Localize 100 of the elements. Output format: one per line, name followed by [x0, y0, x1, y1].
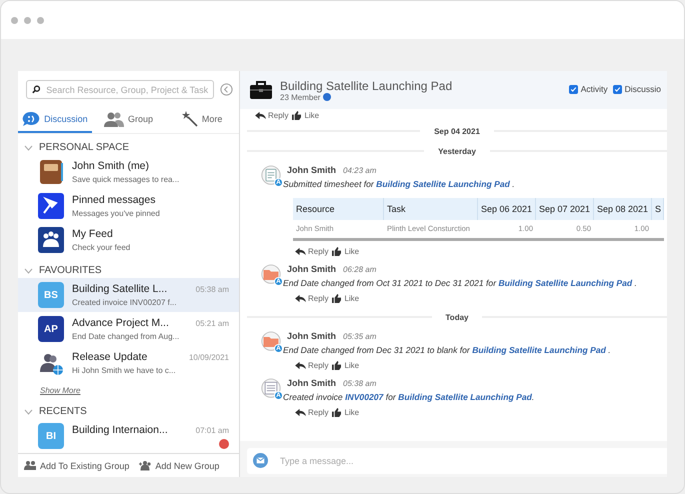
- people-network-icon: [38, 227, 64, 253]
- window-control-dot[interactable]: [24, 16, 31, 24]
- channel-title: Building Satellite Launching Pad: [280, 78, 454, 92]
- collapse-button[interactable]: [220, 83, 233, 96]
- conversation-name: My Feed: [72, 228, 113, 240]
- like-button[interactable]: Like: [331, 408, 360, 416]
- project-link[interactable]: Building Satellite Launching Pad: [376, 179, 510, 189]
- conversation-preview: Messages you've pinned: [72, 209, 161, 218]
- section-heading: RECENTS: [39, 406, 87, 417]
- people-icon: [104, 111, 124, 127]
- column-header: Sep 07 2021: [536, 198, 594, 220]
- reply-button[interactable]: Reply: [295, 294, 328, 302]
- sidebar-tab[interactable]: More: [165, 107, 240, 133]
- like-button[interactable]: Like: [331, 360, 360, 370]
- chevron-down-icon[interactable]: [24, 408, 33, 414]
- checkmark-icon: [570, 86, 577, 92]
- project-link[interactable]: Building Satellite Launching Pad: [398, 392, 532, 402]
- notebook-icon: [38, 159, 64, 185]
- conversation-item[interactable]: BS Building Satellite L... 05:38 am Created invoice INV00207 f...: [18, 278, 239, 312]
- member-count: 23 Member: [280, 92, 320, 102]
- conversation-preview: Check your feed: [72, 243, 132, 252]
- project-link[interactable]: INV00207: [345, 392, 384, 402]
- like-button[interactable]: Like: [291, 110, 320, 120]
- project-link[interactable]: Building Satellite Launching Pad: [472, 345, 606, 355]
- column-header: S: [652, 198, 664, 220]
- reply-icon: [295, 408, 306, 416]
- like-button[interactable]: Like: [331, 294, 360, 302]
- chevron-down-icon[interactable]: [24, 144, 33, 150]
- people-plus-icon: [139, 460, 152, 471]
- message-time: 04:23 am: [343, 166, 376, 175]
- conversation-item[interactable]: AP Advance Project M... 05:21 am End Date changed from Aug...: [18, 312, 239, 346]
- chevron-down-icon[interactable]: [24, 268, 33, 274]
- conversation-item[interactable]: Release Update 10/09/2021 Hi John Smith we have to c...: [18, 346, 239, 380]
- conversation-item[interactable]: John Smith (me) Save quick messages to rea...: [18, 155, 239, 189]
- project-link[interactable]: Building Satellite Launching Pad: [498, 278, 632, 288]
- thumbs-up-icon: [331, 294, 342, 302]
- checkmark-icon: [614, 86, 621, 92]
- conversation-time: 10/09/2021: [188, 353, 229, 362]
- search-field[interactable]: Search Resource, Group, Project & Task: [26, 80, 214, 99]
- conversation-time: 05:38 am: [196, 285, 229, 294]
- reply-button[interactable]: Reply: [295, 408, 328, 416]
- date-divider-label: Sep 04 2021: [434, 126, 480, 136]
- author-name: John Smith: [287, 378, 336, 388]
- conversation-item[interactable]: My Feed Check your feed: [18, 223, 239, 257]
- message-time: 05:35 am: [343, 332, 376, 341]
- activity-avatar-icon: [261, 378, 281, 400]
- initials-avatar: BS: [38, 282, 64, 308]
- conversation-name: Building Satellite L...: [72, 283, 168, 295]
- checkbox[interactable]: [568, 84, 578, 94]
- conversation-name: Building Internaion...: [72, 424, 168, 436]
- reply-button[interactable]: Reply: [255, 110, 288, 120]
- column-header: Sep 08 2021: [594, 198, 652, 220]
- conversation-name: Release Update: [72, 351, 148, 363]
- chat-bubble-icon: [22, 111, 40, 127]
- conversation-preview: Save quick messages to rea...: [72, 175, 180, 184]
- conversation-preview: Hi John Smith we have to c...: [72, 366, 177, 375]
- conversation-preview: Created invoice INV00207 f...: [72, 298, 178, 307]
- filter-checkbox[interactable]: Discussio: [612, 84, 661, 94]
- reply-icon: [295, 294, 306, 302]
- conversation-item[interactable]: Pinned messages Messages you've pinned: [18, 189, 239, 223]
- author-name: John Smith: [287, 165, 336, 175]
- column-header: Sep 06 2021: [478, 198, 536, 220]
- like-button[interactable]: Like: [331, 246, 360, 256]
- window-control-dot[interactable]: [37, 16, 44, 24]
- reply-button[interactable]: Reply: [295, 246, 328, 256]
- conversation-name: Advance Project M...: [72, 317, 169, 329]
- initials-avatar: BI: [38, 423, 64, 449]
- envelope-icon[interactable]: [253, 453, 268, 468]
- reply-button[interactable]: Reply: [295, 360, 328, 370]
- footer-action[interactable]: Add To Existing Group: [24, 460, 130, 471]
- conversation-item[interactable]: BI Building Internaion... 07:01 am: [18, 419, 239, 453]
- column-header: Resource: [293, 198, 384, 220]
- message-time: 06:28 am: [343, 265, 376, 274]
- conversation-preview: End Date changed from Aug...: [72, 332, 180, 341]
- date-divider-label: Yesterday: [438, 146, 476, 156]
- section-heading: FAVOURITES: [39, 265, 102, 276]
- reply-icon: [295, 246, 306, 256]
- conversation-name: John Smith (me): [72, 160, 150, 172]
- author-name: John Smith: [287, 264, 336, 274]
- column-header: Task: [384, 198, 478, 220]
- section-heading: PERSONAL SPACE: [39, 142, 130, 153]
- sidebar-tab[interactable]: Group: [92, 107, 166, 133]
- activity-avatar-icon: [261, 165, 281, 187]
- conversation-time: 05:21 am: [196, 319, 229, 328]
- sidebar-tab[interactable]: Discussion: [18, 107, 92, 133]
- window-control-dot[interactable]: [11, 16, 18, 24]
- message-text: End Date changed from Oct 31 2021 to Dec 31 2021 for Building Satellite Launching Pad .: [283, 278, 638, 288]
- message-text: End Date changed from Dec 31 2021 to blank for Building Satellite Launching Pad .: [283, 345, 612, 355]
- magic-wand-icon: [182, 111, 198, 127]
- checkbox[interactable]: [612, 84, 622, 94]
- show-more-link[interactable]: Show More: [40, 386, 80, 395]
- horizontal-scrollbar[interactable]: [293, 238, 664, 241]
- thumbs-up-icon: [331, 408, 342, 416]
- footer-action[interactable]: Add New Group: [139, 460, 220, 471]
- initials-avatar: AP: [38, 316, 64, 342]
- briefcase-icon: [249, 80, 273, 100]
- thumbs-up-icon: [331, 246, 342, 256]
- date-divider-label: Today: [446, 312, 468, 322]
- conversation-time: 07:01 am: [196, 426, 229, 434]
- filter-checkbox[interactable]: Activity: [568, 84, 608, 94]
